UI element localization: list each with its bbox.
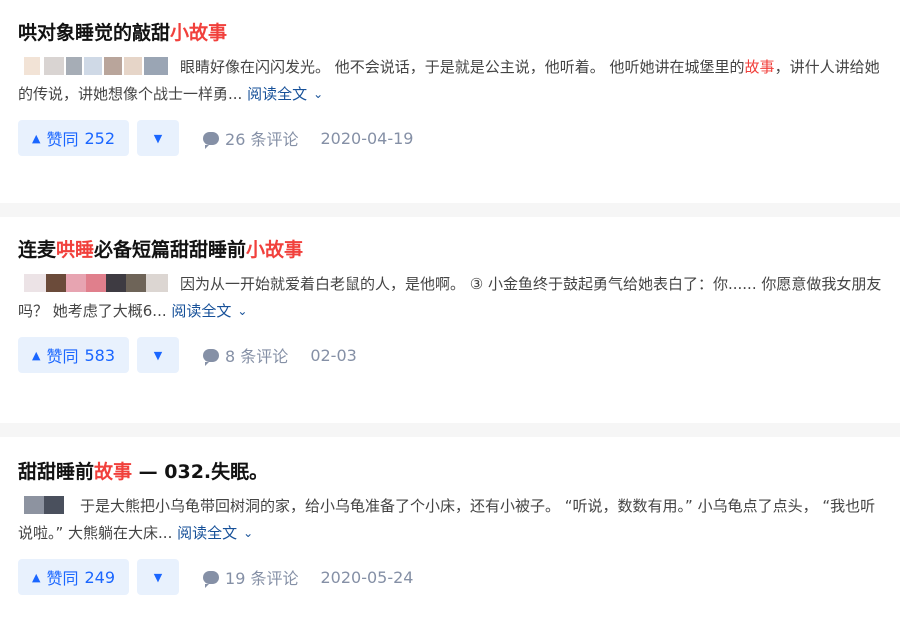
- downvote-button[interactable]: ▼: [137, 337, 180, 373]
- answer-title[interactable]: 连麦哄睡必备短篇甜甜睡前小故事: [18, 237, 882, 263]
- title-text: 连麦: [18, 239, 57, 261]
- triangle-down-icon: ▼: [153, 131, 163, 145]
- upvote-count: 583: [84, 345, 116, 365]
- read-more-label: 阅读全文: [171, 302, 232, 320]
- read-more-label: 阅读全文: [247, 85, 308, 103]
- action-bar: ▲ 赞同 252 ▼ 26 条评论 2020-04-19: [18, 120, 882, 156]
- triangle-up-icon: ▲: [32, 348, 41, 362]
- title-highlight: 小故事: [246, 239, 304, 261]
- triangle-down-icon: ▼: [153, 570, 163, 584]
- read-more-link[interactable]: 阅读全文 ⌄: [177, 524, 253, 542]
- comments-count: 19 条评论: [225, 569, 299, 588]
- triangle-down-icon: ▼: [153, 348, 163, 362]
- action-bar: ▲ 赞同 583 ▼ 8 条评论 02-03: [18, 337, 882, 373]
- triangle-up-icon: ▲: [32, 131, 41, 145]
- comment-bubble-icon: [203, 131, 220, 149]
- downvote-button[interactable]: ▼: [137, 559, 180, 595]
- title-text: — 032.失眠。: [132, 461, 269, 483]
- title-highlight: 小故事: [170, 22, 228, 44]
- upvote-label: 赞同: [46, 347, 79, 366]
- triangle-up-icon: ▲: [32, 570, 41, 584]
- blurred-image-thumbnail: [18, 273, 174, 292]
- post-date: 02-03: [310, 345, 357, 365]
- chevron-down-icon: ⌄: [243, 526, 254, 540]
- upvote-label: 赞同: [46, 130, 79, 149]
- upvote-button[interactable]: ▲ 赞同 252: [18, 120, 130, 156]
- upvote-count: 249: [84, 567, 116, 587]
- read-more-link[interactable]: 阅读全文 ⌄: [171, 302, 247, 320]
- upvote-count: 252: [84, 128, 116, 148]
- upvote-button[interactable]: ▲ 赞同 249: [18, 559, 130, 595]
- upvote-label: 赞同: [46, 569, 79, 588]
- downvote-button[interactable]: ▼: [137, 120, 180, 156]
- answer-card: 甜甜睡前故事 — 032.失眠。 于是大熊把小乌龟带回树洞的家，给小乌龟准备了个…: [0, 437, 900, 626]
- comments-button[interactable]: 26 条评论: [203, 126, 298, 150]
- post-date: 2020-05-24: [320, 567, 414, 587]
- title-text: 甜甜睡前: [18, 461, 95, 483]
- comments-button[interactable]: 19 条评论: [203, 565, 298, 589]
- blurred-image-thumbnail: [18, 495, 74, 514]
- title-highlight: 哄睡: [56, 239, 95, 261]
- excerpt-text: 眼睛好像在闪闪发光。 他不会说话，于是就是公主说，他听着。 他听她讲在城堡里的: [180, 58, 745, 76]
- answer-excerpt[interactable]: 眼睛好像在闪闪发光。 他不会说话，于是就是公主说，他听着。 他听她讲在城堡里的故…: [18, 54, 882, 108]
- answer-card: 哄对象睡觉的敲甜小故事 眼睛好像在闪闪发光。 他不会说话，于是就是公主说，他听着…: [0, 0, 900, 203]
- comment-bubble-icon: [203, 348, 220, 366]
- title-text: 哄对象睡觉的敲甜: [18, 22, 171, 44]
- answer-excerpt[interactable]: 于是大熊把小乌龟带回树洞的家，给小乌龟准备了个小床，还有小被子。 “听说，数数有…: [18, 493, 882, 547]
- comments-button[interactable]: 8 条评论: [203, 343, 288, 367]
- answer-title[interactable]: 哄对象睡觉的敲甜小故事: [18, 20, 882, 46]
- answer-excerpt[interactable]: 因为从一开始就爱着白老鼠的人，是他啊。 ③ 小金鱼终于鼓起勇气给她表白了：你..…: [18, 271, 882, 325]
- chevron-down-icon: ⌄: [237, 304, 248, 318]
- post-date: 2020-04-19: [320, 128, 414, 148]
- title-highlight: 故事: [94, 461, 133, 483]
- action-bar: ▲ 赞同 249 ▼ 19 条评论 2020-05-24: [18, 559, 882, 595]
- read-more-link[interactable]: 阅读全文 ⌄: [247, 85, 323, 103]
- comments-count: 26 条评论: [225, 130, 299, 149]
- title-text: 必备短篇甜甜睡前: [94, 239, 247, 261]
- comments-count: 8 条评论: [225, 347, 289, 366]
- read-more-label: 阅读全文: [177, 524, 238, 542]
- answer-card: 连麦哄睡必备短篇甜甜睡前小故事 因为从一开始就爱着白老鼠的人，是他啊。 ③ 小金…: [0, 217, 900, 423]
- comment-bubble-icon: [203, 570, 220, 588]
- answer-title[interactable]: 甜甜睡前故事 — 032.失眠。: [18, 459, 882, 485]
- excerpt-text: 于是大熊把小乌龟带回树洞的家，给小乌龟准备了个小床，还有小被子。 “听说，数数有…: [18, 497, 876, 542]
- upvote-button[interactable]: ▲ 赞同 583: [18, 337, 130, 373]
- answer-feed: 哄对象睡觉的敲甜小故事 眼睛好像在闪闪发光。 他不会说话，于是就是公主说，他听着…: [0, 0, 900, 626]
- excerpt-highlight: 故事: [744, 58, 775, 76]
- chevron-down-icon: ⌄: [313, 87, 324, 101]
- blurred-image-thumbnail: [18, 56, 174, 75]
